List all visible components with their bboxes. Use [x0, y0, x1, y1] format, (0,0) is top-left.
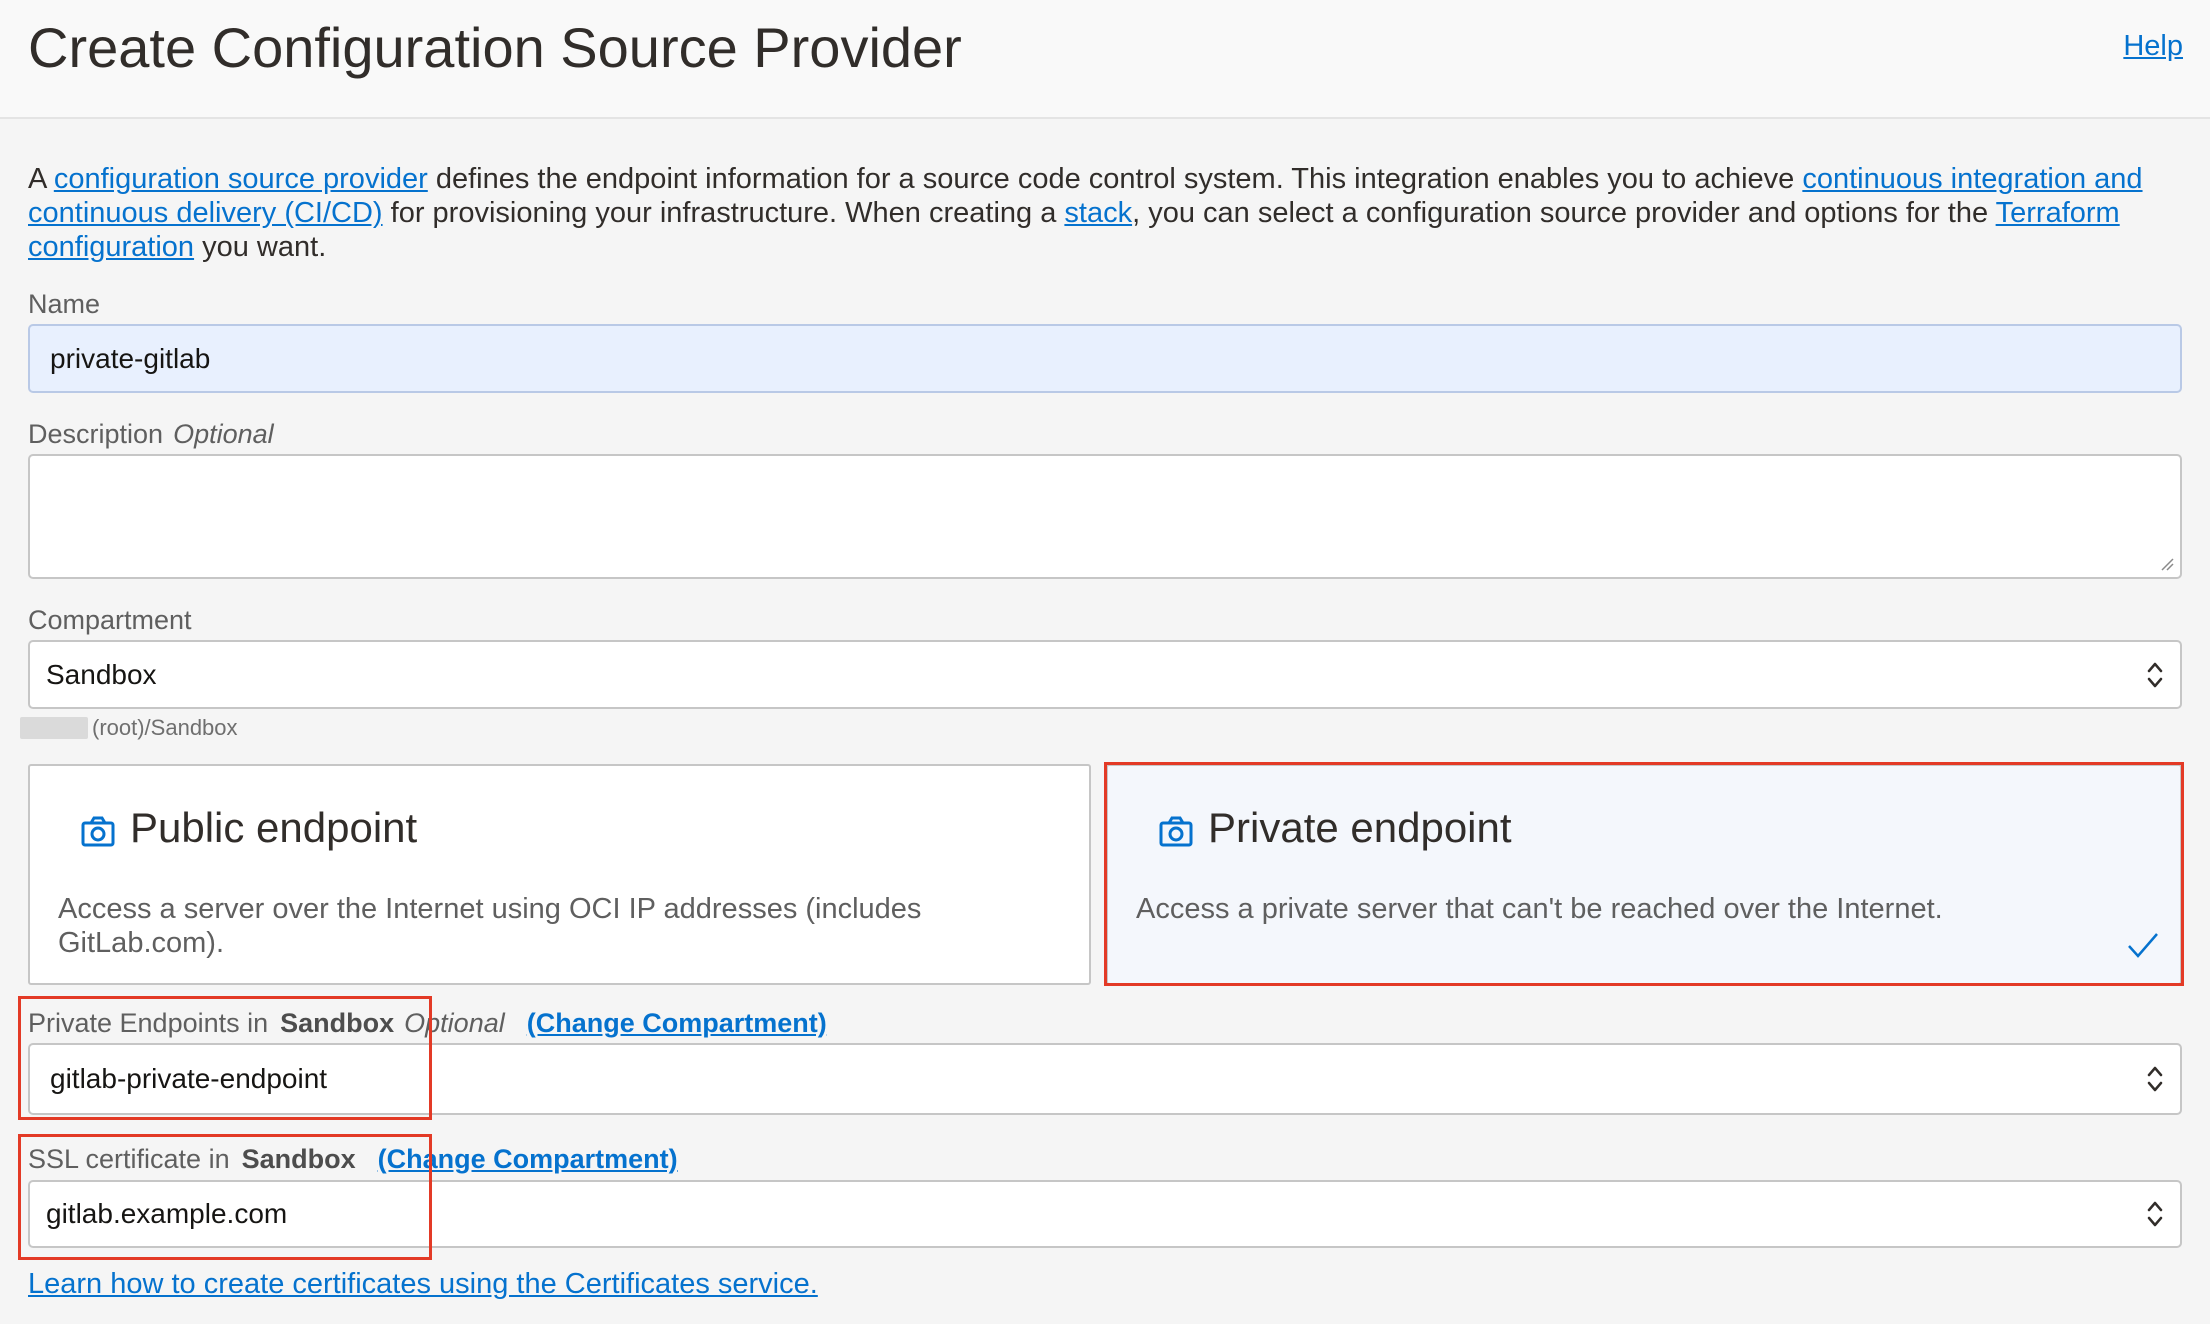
public-endpoint-title-text: Public endpoint — [130, 804, 418, 851]
name-input-value: private-gitlab — [50, 342, 211, 374]
public-endpoint-title: Public endpoint — [80, 804, 417, 852]
page-title: Create Configuration Source Provider — [28, 16, 962, 79]
redacted-tenancy — [20, 717, 88, 739]
ssl-change-compartment-link[interactable]: (Change Compartment) — [378, 1144, 678, 1174]
description-label-text: Description — [28, 419, 164, 449]
stack-link[interactable]: stack — [1064, 197, 1132, 229]
config-source-provider-link[interactable]: configuration source provider — [54, 163, 428, 195]
public-endpoint-card[interactable]: Public endpoint Access a server over the… — [28, 764, 1091, 985]
description-textarea-field[interactable] — [30, 454, 2180, 579]
resize-grip-icon[interactable] — [2160, 557, 2174, 571]
select-arrows-icon — [2147, 1201, 2163, 1227]
intro-text-1: A — [28, 163, 54, 195]
select-arrows-icon — [2147, 1066, 2163, 1092]
intro-text-4: , you can select a configuration source … — [1132, 197, 1996, 229]
description-textarea[interactable] — [28, 454, 2182, 579]
check-icon — [2128, 933, 2158, 958]
private-endpoints-compartment: Sandbox — [280, 1008, 395, 1038]
ssl-certificate-select[interactable]: gitlab.example.com — [28, 1180, 2182, 1248]
private-endpoints-select-value: gitlab-private-endpoint — [50, 1063, 328, 1094]
ssl-certificate-label: SSL certificate in Sandbox (Change Compart… — [28, 1143, 678, 1175]
private-endpoints-optional-tag: Optional — [404, 1008, 505, 1038]
ssl-certificate-compartment: Sandbox — [241, 1144, 356, 1174]
intro-text: A configuration source provider defines … — [28, 162, 2178, 264]
private-endpoint-title: Private endpoint — [1158, 804, 1512, 852]
private-endpoints-select[interactable]: gitlab-private-endpoint — [28, 1043, 2182, 1115]
private-endpoint-description: Access a private server that can't be re… — [1136, 893, 1943, 925]
public-endpoint-description: Access a server over the Internet using … — [58, 893, 922, 959]
ssl-certificate-label-text: SSL certificate in — [28, 1144, 230, 1174]
select-arrows-icon — [2147, 662, 2163, 687]
name-label-text: Name — [28, 289, 101, 319]
learn-certificates-link[interactable]: Learn how to create certificates using t… — [28, 1268, 818, 1301]
compartment-path-text: (root)/Sandbox — [92, 715, 238, 740]
compartment-path-hint: (root)/Sandbox — [20, 715, 238, 741]
private-endpoints-label: Private Endpoints in Sandbox Optional (Chan… — [28, 1007, 827, 1039]
description-optional-tag: Optional — [173, 419, 274, 449]
ssl-certificate-select-value: gitlab.example.com — [46, 1198, 288, 1229]
private-endpoints-change-compartment-link[interactable]: (Change Compartment) — [527, 1008, 827, 1038]
compartment-select-value: Sandbox — [46, 658, 157, 690]
name-input[interactable]: private-gitlab — [28, 324, 2182, 393]
private-endpoints-label-text: Private Endpoints in — [28, 1008, 269, 1038]
private-endpoint-card[interactable]: Private endpoint Access a private server… — [1106, 764, 2182, 985]
name-label: Name — [28, 288, 100, 320]
page-header: Create Configuration Source Provider Hel… — [0, 0, 2210, 119]
compartment-label-text: Compartment — [28, 605, 192, 635]
intro-text-3: for provisioning your infrastructure. Wh… — [382, 197, 1065, 229]
description-label: Description Optional — [28, 418, 274, 450]
private-endpoint-title-text: Private endpoint — [1208, 804, 1512, 851]
help-link[interactable]: Help — [2123, 30, 2183, 63]
intro-text-2: defines the endpoint information for a s… — [427, 163, 1803, 195]
compartment-label: Compartment — [28, 604, 192, 636]
camera-icon — [1159, 816, 1193, 847]
camera-icon — [81, 816, 115, 847]
compartment-select[interactable]: Sandbox — [28, 640, 2182, 709]
intro-text-5: you want. — [194, 231, 327, 263]
